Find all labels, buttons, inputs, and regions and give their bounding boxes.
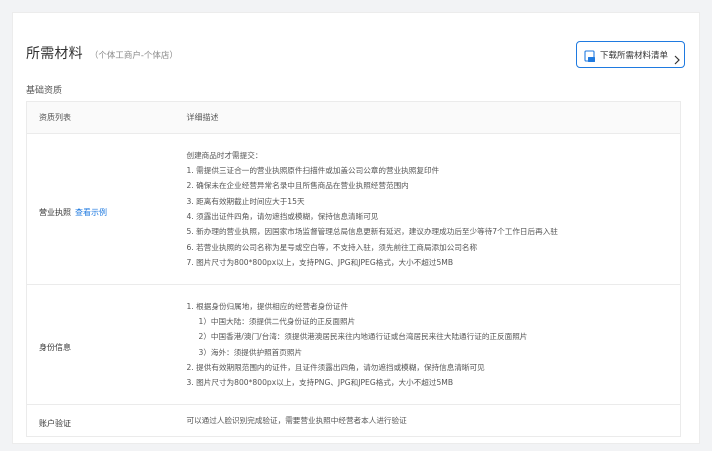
description-line: 1. 需提供三证合一的营业执照原件扫描件或加盖公司公章的营业执照复印件 — [186, 166, 440, 176]
row-name-cell: 账户验证 — [26, 404, 187, 437]
column-header: 资质列表 — [26, 101, 187, 134]
description-subline: 3）海外：须提供护照首页照片 — [198, 347, 303, 357]
section-label: 基础资质 — [26, 86, 63, 96]
description-line: 3. 图片尺寸为800*800px以上，支持PNG、JPG和JPEG格式，大小不… — [186, 378, 454, 388]
page-title: 所需材料 — [26, 46, 83, 62]
row-name: 账户验证 — [39, 419, 71, 428]
row-name-cell: 营业执照 查看示例 — [26, 133, 187, 285]
description-subline: 2）中国香港/澳门/台湾：须提供港澳居民来往内地通行证或台湾居民来往大陆通行证的… — [198, 332, 528, 342]
page-header: 所需材料 （个体工商户-个体店） — [26, 43, 178, 63]
row-name: 身份信息 — [39, 343, 71, 352]
table-row: 身份信息 1. 根据身份归属地，提供相应的经营者身份证件 1）中国大陆：须提供二… — [26, 284, 681, 405]
row-name: 营业执照 — [39, 207, 71, 217]
description-line: 4. 须露出证件四角，请勿遮挡或模糊，保持信息清晰可见 — [186, 212, 379, 221]
description-line: 创建商品时才需提交： — [186, 150, 263, 160]
description-subline: 1）中国大陆：须提供二代身份证的正反面照片 — [198, 316, 356, 326]
row-description-cell: 创建商品时才需提交： 1. 需提供三证合一的营业执照原件扫描件或加盖公司公章的营… — [186, 133, 681, 285]
table-row: 账户验证 可以通过人脸识别完成验证，需要营业执照中经营者本人进行验证 — [26, 404, 681, 437]
description-line: 7. 图片尺寸为800*800px以上，支持PNG、JPG和JPEG格式，大小不… — [186, 257, 454, 267]
description-line: 3. 距离有效期截止时间应大于15天 — [186, 196, 305, 206]
chevron-right-icon — [673, 50, 681, 64]
row-description-cell: 1. 根据身份归属地，提供相应的经营者身份证件 1）中国大陆：须提供二代身份证的… — [186, 284, 681, 405]
description-line: 1. 根据身份归属地，提供相应的经营者身份证件 — [186, 301, 349, 311]
description-line: 6. 若营业执照的公司名称为星号或空白等，不支持入驻，须先前往工商局添加公司名称 — [186, 242, 478, 252]
description-line: 2. 提供有效期限范围内的证件，且证件须露出四角，请勿遮挡或模糊，保持信息清晰可… — [186, 362, 485, 372]
download-materials-button[interactable]: 下载所需材料清单 — [576, 41, 685, 68]
description-line: 2. 确保未在企业经营异常名录中且所售商品在营业执照经营范围内 — [186, 181, 409, 191]
table-row: 营业执照 查看示例 创建商品时才需提交： 1. 需提供三证合一的营业执照原件扫描件… — [26, 133, 681, 285]
description-line: 5. 新办理的营业执照，因国家市场监督管理总局信息更新有延迟，建议办理成功后至少… — [186, 227, 558, 237]
row-name-cell: 身份信息 — [26, 284, 187, 405]
view-example-link[interactable]: 查看示例 — [75, 208, 107, 217]
page-subtitle: （个体工商户-个体店） — [89, 51, 178, 61]
materials-card: 所需材料 （个体工商户-个体店） 下载所需材料清单 基础资质 资质列表 详细描述… — [12, 12, 700, 444]
row-description-cell: 可以通过人脸识别完成验证，需要营业执照中经营者本人进行验证 — [186, 404, 681, 437]
column-header: 详细描述 — [186, 101, 681, 134]
materials-table: 资质列表 详细描述 营业执照 查看示例 创建商品时才需提交： 1. 需提供三证合一… — [26, 101, 681, 437]
description-line: 可以通过人脸识别完成验证，需要营业执照中经营者本人进行验证 — [186, 415, 407, 425]
download-doc-icon — [583, 48, 597, 62]
download-materials-label: 下载所需材料清单 — [600, 50, 669, 61]
table-header-row: 资质列表 详细描述 — [26, 101, 681, 134]
